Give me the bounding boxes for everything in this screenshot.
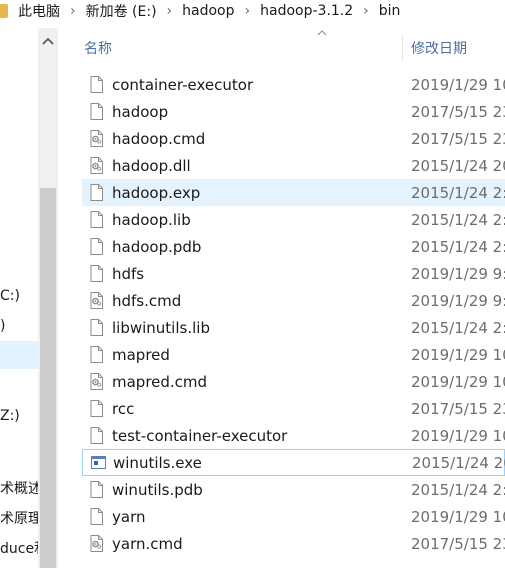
blank-file-icon [90,346,103,363]
column-name[interactable]: 名称 [84,38,112,58]
breadcrumb-separator[interactable]: › [245,3,251,19]
column-divider[interactable] [402,34,403,62]
file-name: test-container-executor [112,426,288,445]
file-date-modified: 2015/1/24 2:4 [411,237,505,256]
breadcrumb-bin[interactable]: bin [379,3,401,19]
file-name: mapred [112,345,170,364]
file-name: yarn [112,507,146,526]
blank-file-icon [90,508,103,525]
nav-item-drive-c[interactable]: C:) [0,288,40,304]
nav-item[interactable]: ) [0,318,40,334]
file-date-modified: 2015/1/24 2:4 [411,210,505,229]
blank-file-icon [90,76,103,93]
file-name: rcc [112,399,135,418]
file-date-modified: 2019/1/29 9:5 [411,291,505,310]
blank-file-icon [90,481,103,498]
file-name: winutils.exe [113,453,202,472]
file-date-modified: 2015/1/24 2:4 [411,318,505,337]
breadcrumb-volume-e[interactable]: 新加卷 (E:) [86,1,157,21]
file-name: hadoop.cmd [112,129,206,148]
file-row[interactable]: hadoop.dll 2015/1/24 20 [82,152,505,179]
file-row[interactable]: winutils.exe 2015/1/24 20 [82,449,505,476]
file-date-modified: 2017/5/15 23 [411,534,505,553]
blank-file-icon [90,103,103,120]
file-name: yarn.cmd [112,534,183,553]
file-date-modified: 2019/1/29 9:5 [411,264,505,283]
blank-file-icon [90,319,103,336]
file-date-modified: 2017/5/15 23 [411,399,505,418]
file-date-modified: 2015/1/24 2:4 [411,480,505,499]
blank-file-icon [90,184,103,201]
file-name: libwinutils.lib [112,318,210,337]
file-row[interactable]: hadoop.exp 2015/1/24 2:4 [82,179,505,206]
file-list: container-executor 2019/1/29 10 hadoop 2017… [82,71,505,557]
file-date-modified: 2017/5/15 23 [411,102,505,121]
breadcrumb-hadoop-version[interactable]: hadoop-3.1.2 [260,3,353,19]
file-date-modified: 2019/1/29 10 [411,345,505,364]
file-date-modified: 2015/1/24 20 [411,156,505,175]
file-name: hadoop [112,102,169,121]
file-row[interactable]: hadoop.pdb 2015/1/24 2:4 [82,233,505,260]
file-date-modified: 2019/1/29 10 [411,507,505,526]
file-row[interactable]: hdfs.cmd 2019/1/29 9:5 [82,287,505,314]
file-row[interactable]: mapred.cmd 2019/1/29 10 [82,368,505,395]
nav-item-folder[interactable]: duce和 [0,538,40,558]
file-date-modified: 2019/1/29 10 [411,75,505,94]
file-row[interactable]: yarn.cmd 2017/5/15 23 [82,530,505,557]
file-name: hdfs.cmd [112,291,182,310]
address-breadcrumb[interactable]: 此电脑 › 新加卷 (E:) › hadoop › hadoop-3.1.2 ›… [0,0,505,22]
file-date-modified: 2017/5/15 23 [411,129,505,148]
gear-file-icon [90,535,103,552]
blank-file-icon [90,427,103,444]
file-row[interactable]: libwinutils.lib 2015/1/24 2:4 [82,314,505,341]
gear-file-icon [90,130,103,147]
file-date-modified: 2015/1/24 2:4 [411,183,505,202]
breadcrumb-separator[interactable]: › [70,3,76,19]
file-name: hadoop.lib [112,210,191,229]
file-date-modified: 2019/1/29 10 [411,372,505,391]
exe-file-icon [91,455,106,472]
scroll-up-icon[interactable] [38,34,58,50]
blank-file-icon [90,265,103,282]
navigation-pane: C:) ) Z:) 术概述 术原理 duce和 [0,28,60,568]
file-row[interactable]: hadoop 2017/5/15 23 [82,98,505,125]
column-header: 名称 修改日期 [84,30,505,62]
file-name: winutils.pdb [112,480,203,499]
file-row[interactable]: container-executor 2019/1/29 10 [82,71,505,98]
breadcrumb-this-pc[interactable]: 此电脑 [18,1,60,21]
file-row[interactable]: yarn 2019/1/29 10 [82,503,505,530]
gear-file-icon [90,373,103,390]
file-date-modified: 2019/1/29 10 [411,426,505,445]
breadcrumb-separator[interactable]: › [167,3,173,19]
file-row[interactable]: hadoop.cmd 2017/5/15 23 [82,125,505,152]
file-row[interactable]: hadoop.lib 2015/1/24 2:4 [82,206,505,233]
gear-file-icon [90,157,103,174]
gear-file-icon [90,292,103,309]
file-row[interactable]: hdfs 2019/1/29 9:5 [82,260,505,287]
blank-file-icon [90,400,103,417]
nav-selected-highlight [0,341,38,369]
nav-scrollbar-thumb[interactable] [40,188,56,568]
breadcrumb-hadoop[interactable]: hadoop [182,3,234,19]
folder-icon [0,4,8,18]
file-name: hadoop.dll [112,156,191,175]
nav-item-folder[interactable]: 术原理 [0,508,40,528]
column-date-modified[interactable]: 修改日期 [411,38,467,58]
file-name: hadoop.exp [112,183,201,202]
nav-item-drive-z[interactable]: Z:) [0,408,40,424]
breadcrumb-separator[interactable]: › [363,3,369,19]
file-name: hadoop.pdb [112,237,202,256]
file-name: mapred.cmd [112,372,208,391]
file-row[interactable]: rcc 2017/5/15 23 [82,395,505,422]
blank-file-icon [90,211,103,228]
file-row[interactable]: test-container-executor 2019/1/29 10 [82,422,505,449]
blank-file-icon [90,238,103,255]
nav-item-folder[interactable]: 术概述 [0,478,40,498]
file-row[interactable]: winutils.pdb 2015/1/24 2:4 [82,476,505,503]
file-name: hdfs [112,264,145,283]
file-date-modified: 2015/1/24 20 [412,453,505,472]
file-name: container-executor [112,75,254,94]
sort-ascending-icon [317,28,327,39]
file-row[interactable]: mapred 2019/1/29 10 [82,341,505,368]
